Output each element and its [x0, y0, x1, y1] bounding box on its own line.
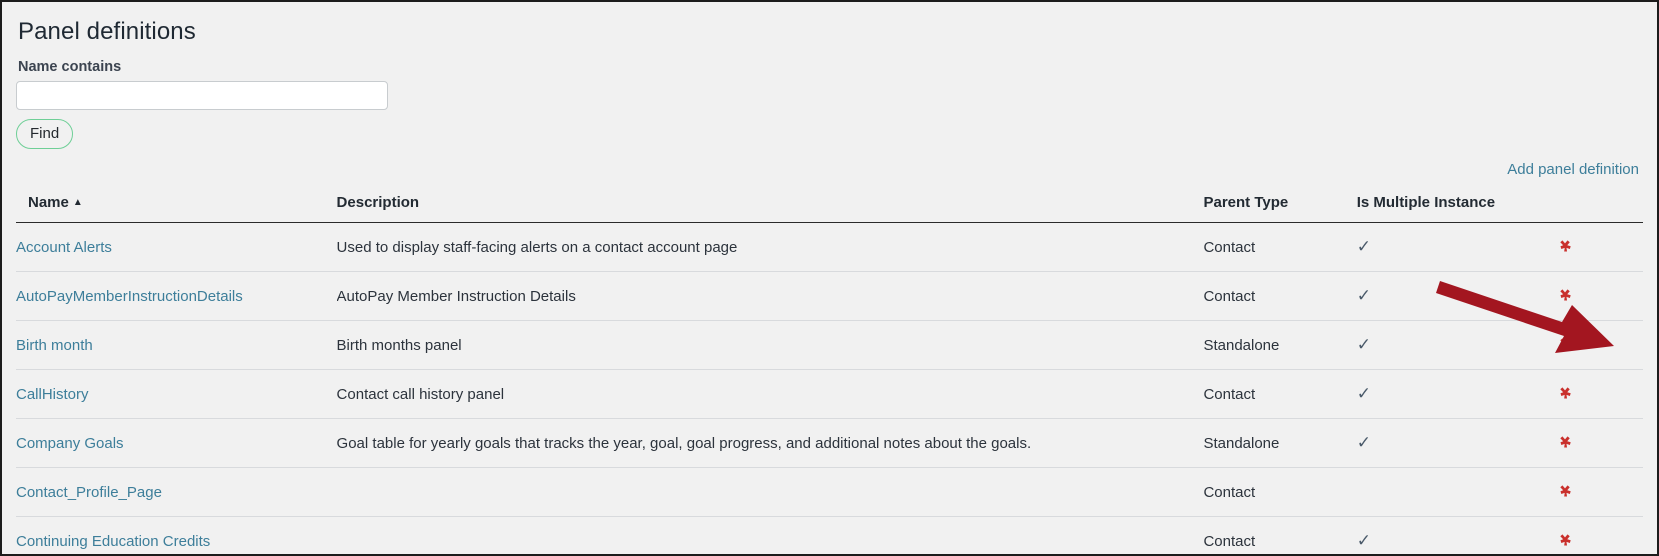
- panel-definition-link[interactable]: Account Alerts: [16, 239, 112, 256]
- table-body: Account Alerts Used to display staff-faci…: [16, 222, 1643, 554]
- checkmark-icon: ✓: [1356, 237, 1371, 257]
- sort-ascending-icon: ▲: [72, 197, 83, 209]
- column-header-delete: [1556, 194, 1643, 224]
- checkmark-icon: ✓: [1356, 384, 1371, 404]
- cell-parent-type: Contact: [1203, 369, 1357, 420]
- delete-icon[interactable]: [1556, 336, 1574, 354]
- cell-description: Birth months panel: [336, 320, 1204, 371]
- column-header-name-label: Name: [28, 194, 69, 212]
- cell-parent-type: Contact: [1203, 467, 1357, 518]
- panel-definition-link[interactable]: Contact_Profile_Page: [16, 484, 162, 501]
- cell-delete: [1556, 418, 1643, 469]
- page-title: Panel definitions: [18, 18, 196, 45]
- cell-delete: [1556, 369, 1643, 420]
- name-contains-label: Name contains: [18, 59, 122, 75]
- checkmark-icon: ✓: [1356, 433, 1371, 453]
- cell-is-multiple-instance: ✓: [1356, 516, 1557, 554]
- cell-delete: [1556, 222, 1643, 273]
- find-button[interactable]: Find: [16, 119, 74, 150]
- checkmark-icon: ✓: [1356, 335, 1371, 355]
- column-header-parent-type[interactable]: Parent Type: [1203, 194, 1357, 224]
- delete-icon[interactable]: [1556, 287, 1574, 305]
- add-panel-definition-link[interactable]: Add panel definition: [1507, 161, 1639, 178]
- cell-name: CallHistory: [16, 369, 337, 420]
- table-row: Company Goals Goal table for yearly goals…: [16, 418, 1643, 469]
- panel-definition-link[interactable]: Company Goals: [16, 435, 124, 452]
- cell-description: Contact call history panel: [336, 369, 1204, 420]
- table-header: Name ▲ Description Parent Type Is Multipl…: [16, 194, 1643, 224]
- column-header-description[interactable]: Description: [336, 194, 1204, 224]
- table-row: Account Alerts Used to display staff-faci…: [16, 222, 1643, 273]
- cell-is-multiple-instance: ✓: [1356, 271, 1557, 322]
- delete-icon[interactable]: [1556, 483, 1574, 501]
- cell-is-multiple-instance: ✓: [1356, 369, 1557, 420]
- panel-definition-link[interactable]: Continuing Education Credits: [16, 533, 210, 550]
- cell-description: AutoPay Member Instruction Details: [336, 271, 1204, 322]
- cell-description: [336, 516, 1204, 554]
- cell-name: Company Goals: [16, 418, 337, 469]
- cell-is-multiple-instance: [1356, 467, 1557, 518]
- add-panel-definition-row: Add panel definition: [16, 149, 1643, 185]
- cell-is-multiple-instance: ✓: [1356, 418, 1557, 469]
- cell-delete: [1556, 271, 1643, 322]
- name-contains-input[interactable]: [16, 81, 388, 110]
- table-row: AutoPayMemberInstructionDetails AutoPay M…: [16, 271, 1643, 322]
- table-row: Contact_Profile_Page Contact: [16, 467, 1643, 518]
- panel-definitions-screen: Panel definitions Name contains Find Add…: [0, 0, 1659, 556]
- panel-definition-link[interactable]: Birth month: [16, 337, 93, 354]
- cell-delete: [1556, 320, 1643, 371]
- table-row: CallHistory Contact call history panel Con…: [16, 369, 1643, 420]
- cell-parent-type: Contact: [1203, 222, 1357, 273]
- cell-description: Used to display staff-facing alerts on a…: [336, 222, 1204, 273]
- cell-name: AutoPayMemberInstructionDetails: [16, 271, 337, 322]
- checkmark-icon: ✓: [1356, 531, 1371, 551]
- delete-icon[interactable]: [1556, 385, 1574, 403]
- delete-icon[interactable]: [1556, 238, 1574, 256]
- table-row: Birth month Birth months panel Standalone ✓: [16, 320, 1643, 371]
- cell-description: Goal table for yearly goals that tracks …: [336, 418, 1204, 469]
- cell-name: Account Alerts: [16, 222, 337, 273]
- cell-parent-type: Contact: [1203, 516, 1357, 554]
- cell-parent-type: Contact: [1203, 271, 1357, 322]
- delete-icon[interactable]: [1556, 434, 1574, 452]
- table-row: Continuing Education Credits Contact ✓: [16, 516, 1643, 554]
- table-header-row: Name ▲ Description Parent Type Is Multipl…: [16, 194, 1643, 224]
- cell-parent-type: Standalone: [1203, 320, 1357, 371]
- delete-icon[interactable]: [1556, 532, 1574, 550]
- panel-definition-link[interactable]: CallHistory: [16, 386, 89, 403]
- cell-name: Birth month: [16, 320, 337, 371]
- column-header-is-multiple-instance[interactable]: Is Multiple Instance: [1356, 194, 1557, 224]
- checkmark-icon: ✓: [1356, 286, 1371, 306]
- cell-is-multiple-instance: ✓: [1356, 320, 1557, 371]
- cell-description: [336, 467, 1204, 518]
- column-header-name[interactable]: Name ▲: [16, 194, 337, 224]
- cell-is-multiple-instance: ✓: [1356, 222, 1557, 273]
- cell-delete: [1556, 467, 1643, 518]
- cell-delete: [1556, 516, 1643, 554]
- cell-parent-type: Standalone: [1203, 418, 1357, 469]
- cell-name: Continuing Education Credits: [16, 516, 337, 554]
- cell-name: Contact_Profile_Page: [16, 467, 337, 518]
- panel-definitions-table: Name ▲ Description Parent Type Is Multipl…: [16, 194, 1643, 554]
- panel-definition-link[interactable]: AutoPayMemberInstructionDetails: [16, 288, 243, 305]
